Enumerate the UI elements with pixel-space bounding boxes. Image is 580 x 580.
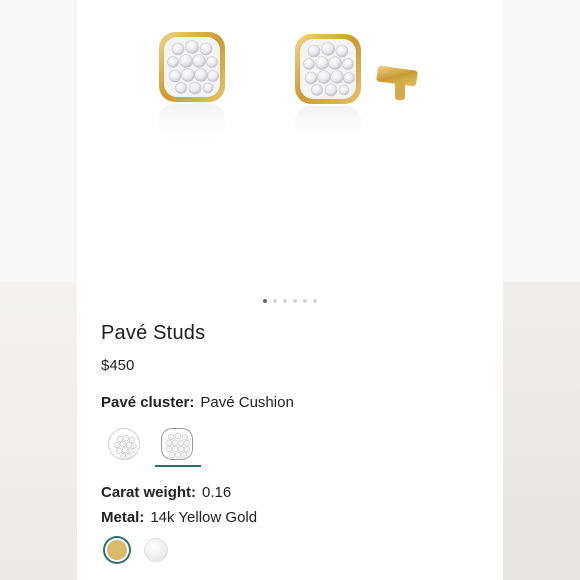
round-cluster-swatch[interactable] xyxy=(108,428,140,460)
product-details: Pavé Studs $450 Pavé cluster: Pavé Cushio… xyxy=(77,282,503,580)
product-image[interactable] xyxy=(77,0,503,282)
carousel-dot[interactable] xyxy=(283,299,287,303)
metal-value: 14k Yellow Gold xyxy=(150,509,258,526)
yellow-gold-swatch[interactable] xyxy=(105,538,129,562)
carousel-dot[interactable] xyxy=(293,299,297,303)
left-earring xyxy=(159,32,225,148)
cushion-pave-icon xyxy=(165,432,191,459)
carousel-dot[interactable] xyxy=(273,299,277,303)
carousel-dot[interactable] xyxy=(313,299,317,303)
carousel-dot[interactable] xyxy=(303,299,307,303)
cluster-value: Pavé Cushion xyxy=(200,394,294,411)
carat-value: 0.16 xyxy=(202,484,232,501)
product-title: Pavé Studs xyxy=(101,322,206,344)
metal-label: Metal: xyxy=(101,509,145,526)
right-earring xyxy=(295,34,418,150)
selected-cluster-indicator xyxy=(155,465,201,467)
cushion-cluster-swatch[interactable] xyxy=(161,428,193,460)
carousel-dots xyxy=(77,299,503,303)
earrings-illustration xyxy=(159,32,418,150)
carousel-dot[interactable] xyxy=(263,299,267,303)
white-gold-swatch[interactable] xyxy=(144,538,168,562)
cluster-option-row: Pavé cluster: Pavé Cushion xyxy=(101,394,294,411)
metal-row: Metal: 14k Yellow Gold xyxy=(101,509,257,526)
carat-row: Carat weight: 0.16 xyxy=(101,484,231,501)
round-pave-icon xyxy=(113,434,137,459)
product-price: $450 xyxy=(101,357,135,374)
cluster-label: Pavé cluster: xyxy=(101,394,195,411)
carat-label: Carat weight: xyxy=(101,484,197,501)
